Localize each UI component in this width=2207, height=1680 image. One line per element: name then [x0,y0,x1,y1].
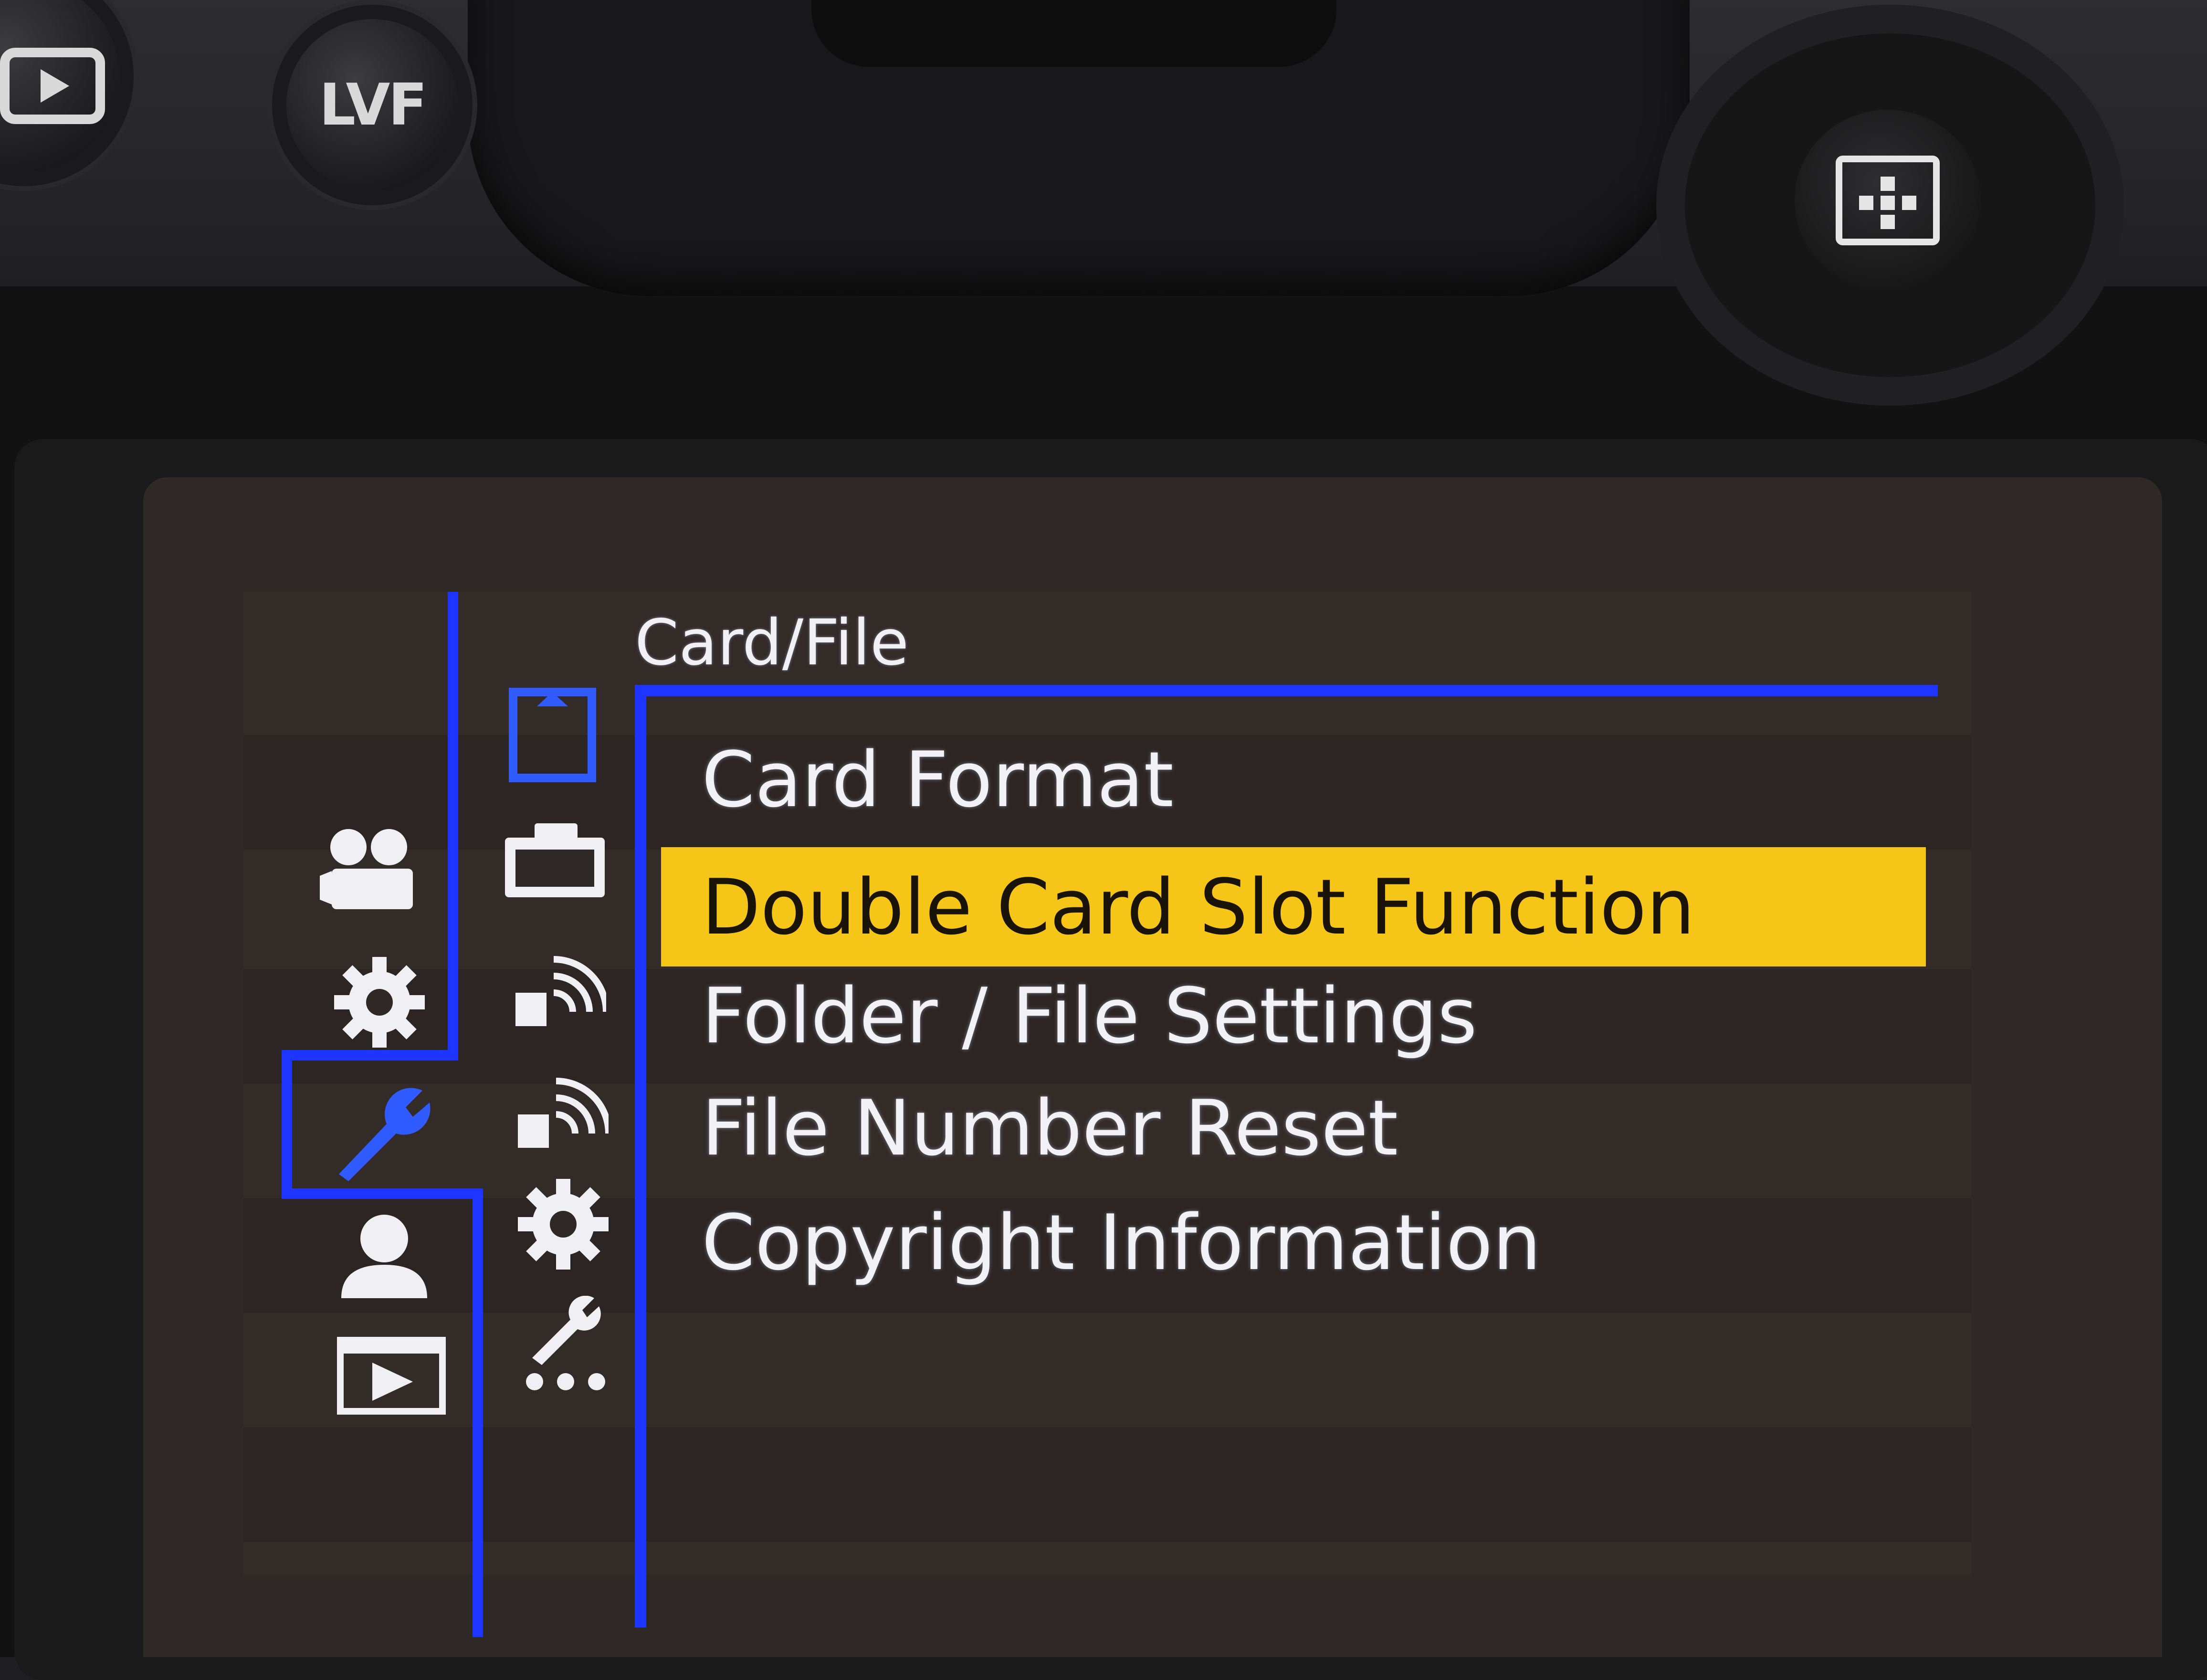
monitor-icon [505,823,605,897]
section-title-underline [635,685,1938,696]
menu-item-double-card-slot-function[interactable]: Double Card Slot Function [661,847,1926,966]
lcd-screen [143,477,2162,1657]
joystick[interactable] [1795,110,1981,291]
selected-tab-frame-bottom [282,1188,473,1199]
main-tab-divider-upper [448,592,458,1055]
gear-icon [334,957,425,1048]
gear-icon [518,1179,609,1270]
lvf-button-label: LVF [319,72,428,138]
wrench-dots-icon [526,1295,605,1390]
section-title: Card/File [635,606,909,680]
person-icon [341,1215,427,1298]
content-divider [635,685,646,1628]
main-tab-my-menu[interactable] [339,1212,430,1300]
sub-tab-tools[interactable] [523,1295,611,1393]
wireless-icon [518,1078,612,1148]
wireless-icon [515,956,610,1026]
main-tab-custom[interactable] [332,955,427,1052]
playback-icon [0,48,105,124]
main-tab-divider-lower [473,1188,483,1637]
main-tab-playback[interactable] [336,1336,446,1417]
joystick-grid-icon [1836,156,1940,245]
sub-tab-card[interactable] [508,687,597,785]
sub-tab-wireless-2[interactable] [513,1062,612,1155]
menu-item-copyright-information[interactable]: Copyright Information [702,1198,1541,1287]
lvf-button[interactable]: LVF [286,19,458,191]
video-camera-icon [320,829,413,909]
main-tab-video[interactable] [320,826,420,914]
viewfinder-eyepiece [811,0,1336,67]
menu-item-folder-file-settings[interactable]: Folder / File Settings [702,971,1477,1060]
card-icon [509,688,596,782]
sub-tab-wireless-1[interactable] [511,940,610,1033]
playback-icon [337,1337,446,1415]
main-tab-setup[interactable] [329,1079,434,1186]
menu-item-card-format[interactable]: Card Format [702,735,1174,824]
wrench-icon [339,1088,431,1181]
sub-tab-gear[interactable] [515,1176,611,1274]
menu-item-file-number-reset[interactable]: File Number Reset [702,1083,1398,1173]
selected-tab-frame-left [282,1050,292,1198]
sub-tab-monitor[interactable] [501,821,609,904]
